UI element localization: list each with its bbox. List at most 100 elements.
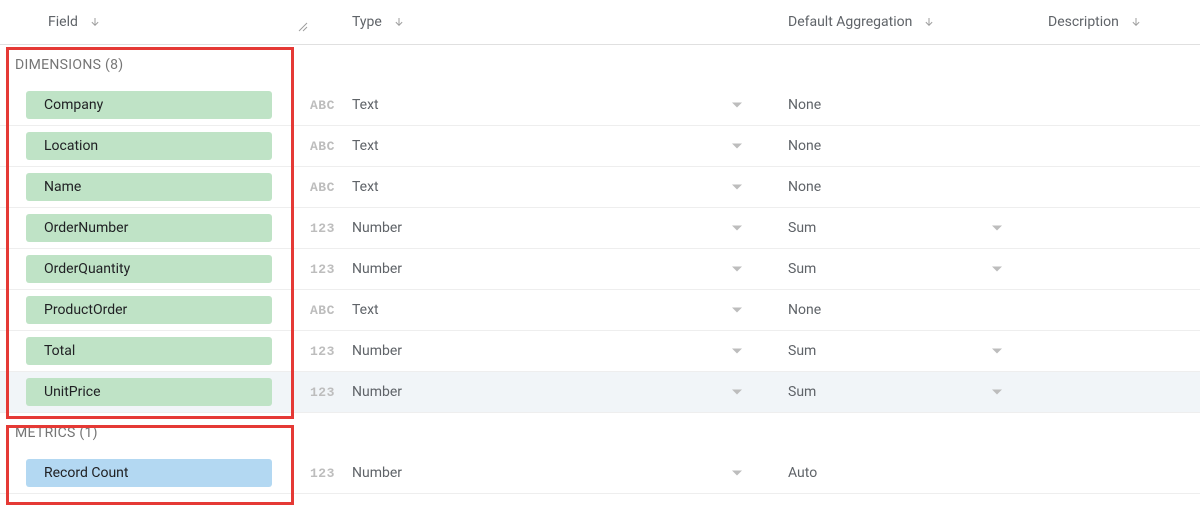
aggregation-label: None <box>788 302 821 318</box>
aggregation-label: None <box>788 179 821 195</box>
type-cell[interactable]: ABCText <box>310 179 770 195</box>
aggregation-cell[interactable]: Sum <box>770 343 1030 359</box>
header-field[interactable]: Field <box>0 14 310 30</box>
type-cell[interactable]: 123Number <box>310 384 770 400</box>
chevron-down-icon[interactable] <box>992 267 1002 272</box>
header-label-desc: Description <box>1048 14 1119 30</box>
field-cell: ProductOrder <box>0 296 310 324</box>
chevron-down-icon[interactable] <box>732 308 742 313</box>
chevron-down-icon[interactable] <box>992 226 1002 231</box>
resize-handle-icon[interactable] <box>296 20 308 32</box>
header-type[interactable]: Type <box>310 14 770 30</box>
header-agg[interactable]: Default Aggregation <box>770 14 1030 30</box>
field-chip[interactable]: Total <box>26 337 272 365</box>
field-cell: OrderNumber <box>0 214 310 242</box>
text-type-icon: ABC <box>310 180 352 195</box>
field-cell: Name <box>0 173 310 201</box>
chevron-down-icon[interactable] <box>732 390 742 395</box>
field-cell: Location <box>0 132 310 160</box>
number-type-icon: 123 <box>310 221 352 236</box>
group-label: METRICS (1) <box>15 425 98 441</box>
table-header-row: Field Type Default Aggregation Descripti… <box>0 0 1200 45</box>
group-label: DIMENSIONS (8) <box>15 57 123 73</box>
sort-arrow-icon[interactable] <box>922 15 936 29</box>
aggregation-label: Sum <box>788 343 816 359</box>
type-cell[interactable]: ABCText <box>310 138 770 154</box>
table-row[interactable]: OrderQuantity 123Number Sum <box>0 249 1200 290</box>
group-header-metrics: METRICS (1) <box>0 413 1200 453</box>
type-label: Number <box>352 465 402 481</box>
table-row[interactable]: Record Count 123Number Auto <box>0 453 1200 494</box>
chevron-down-icon[interactable] <box>992 390 1002 395</box>
table-row[interactable]: UnitPrice 123Number Sum <box>0 372 1200 413</box>
aggregation-label: Sum <box>788 384 816 400</box>
chevron-down-icon[interactable] <box>732 185 742 190</box>
table-row[interactable]: Total 123Number Sum <box>0 331 1200 372</box>
field-chip[interactable]: OrderNumber <box>26 214 272 242</box>
chevron-down-icon[interactable] <box>732 226 742 231</box>
field-cell: UnitPrice <box>0 378 310 406</box>
chevron-down-icon[interactable] <box>732 267 742 272</box>
sort-arrow-icon[interactable] <box>88 15 102 29</box>
table-row[interactable]: Company ABCText None <box>0 85 1200 126</box>
type-label: Number <box>352 220 402 236</box>
chevron-down-icon[interactable] <box>732 349 742 354</box>
field-chip[interactable]: Location <box>26 132 272 160</box>
aggregation-cell: None <box>770 138 1030 154</box>
rows-container: DIMENSIONS (8) CompanyABCTextNoneLocatio… <box>0 45 1200 494</box>
field-cell: Record Count <box>0 459 310 487</box>
text-type-icon: ABC <box>310 98 352 113</box>
type-cell[interactable]: 123Number <box>310 220 770 236</box>
type-cell[interactable]: 123Number <box>310 343 770 359</box>
type-cell[interactable]: 123Number <box>310 465 770 481</box>
number-type-icon: 123 <box>310 385 352 400</box>
table-row[interactable]: OrderNumber123NumberSum <box>0 208 1200 249</box>
aggregation-cell: None <box>770 179 1030 195</box>
number-type-icon: 123 <box>310 344 352 359</box>
chevron-down-icon[interactable] <box>992 349 1002 354</box>
table-row[interactable]: Location ABCText None <box>0 126 1200 167</box>
header-label-agg: Default Aggregation <box>788 14 912 30</box>
field-chip[interactable]: ProductOrder <box>26 296 272 324</box>
type-label: Number <box>352 261 402 277</box>
type-label: Text <box>352 138 379 154</box>
number-type-icon: 123 <box>310 262 352 277</box>
aggregation-label: None <box>788 97 821 113</box>
sort-arrow-icon[interactable] <box>1129 15 1143 29</box>
header-label-type: Type <box>352 14 382 30</box>
header-desc[interactable]: Description <box>1030 14 1200 30</box>
field-chip[interactable]: Record Count <box>26 459 272 487</box>
field-chip[interactable]: UnitPrice <box>26 378 272 406</box>
type-cell[interactable]: 123Number <box>310 261 770 277</box>
table-row[interactable]: Name ABCText None <box>0 167 1200 208</box>
field-chip[interactable]: Company <box>26 91 272 119</box>
aggregation-cell: None <box>770 302 1030 318</box>
field-chip[interactable]: OrderQuantity <box>26 255 272 283</box>
aggregation-label: Auto <box>788 465 817 481</box>
type-label: Text <box>352 179 379 195</box>
field-chip[interactable]: Name <box>26 173 272 201</box>
aggregation-cell: Auto <box>770 465 1030 481</box>
aggregation-cell: None <box>770 97 1030 113</box>
group-header-dimensions: DIMENSIONS (8) <box>0 45 1200 85</box>
type-label: Number <box>352 384 402 400</box>
type-label: Text <box>352 302 379 318</box>
type-cell[interactable]: ABCText <box>310 97 770 113</box>
number-type-icon: 123 <box>310 466 352 481</box>
type-cell[interactable]: ABCText <box>310 302 770 318</box>
table-row[interactable]: ProductOrder ABCText None <box>0 290 1200 331</box>
aggregation-label: None <box>788 138 821 154</box>
chevron-down-icon[interactable] <box>732 103 742 108</box>
field-cell: Total <box>0 337 310 365</box>
type-label: Text <box>352 97 379 113</box>
header-label-field: Field <box>48 14 78 30</box>
aggregation-cell[interactable]: Sum <box>770 220 1030 236</box>
aggregation-cell[interactable]: Sum <box>770 384 1030 400</box>
chevron-down-icon[interactable] <box>732 471 742 476</box>
sort-arrow-icon[interactable] <box>392 15 406 29</box>
chevron-down-icon[interactable] <box>732 144 742 149</box>
field-cell: Company <box>0 91 310 119</box>
aggregation-cell[interactable]: Sum <box>770 261 1030 277</box>
text-type-icon: ABC <box>310 139 352 154</box>
aggregation-label: Sum <box>788 261 816 277</box>
